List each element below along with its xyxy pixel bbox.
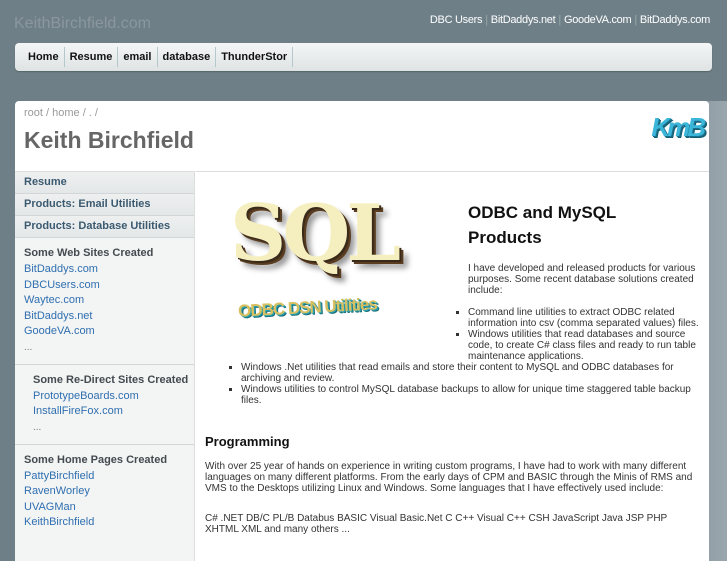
link-bitdaddys-net[interactable]: BitDaddys.net <box>24 309 194 325</box>
link-uvagman[interactable]: UVAGMan <box>24 500 194 516</box>
sidebar-item-email-utilities[interactable]: Products: Email Utilities <box>15 194 194 216</box>
page-title: Keith Birchfield <box>24 127 194 153</box>
link-goodeva-com[interactable]: GoodeVA.com <box>24 324 194 340</box>
nav-email[interactable]: email <box>118 47 158 67</box>
top-link-bitdaddys-net[interactable]: BitDaddys.net <box>491 14 556 26</box>
main-panel: root / home / . / Keith Birchfield KmB R… <box>15 101 709 561</box>
breadcrumb: root / home / . / <box>24 107 98 119</box>
section-heading: Some Home Pages Created <box>24 453 168 466</box>
home-pages-section: Some Home Pages Created PattyBirchfield … <box>15 445 194 539</box>
nav-database[interactable]: database <box>158 47 217 67</box>
link-prototypeboards[interactable]: PrototypeBoards.com <box>33 389 194 405</box>
nav-home[interactable]: Home <box>23 47 65 67</box>
list-item: Command line utilities to extract ODBC r… <box>468 307 703 329</box>
link-ravenworley[interactable]: RavenWorley <box>24 484 194 500</box>
products-intro: I have developed and released products f… <box>468 263 696 296</box>
list-item: Windows utilities that read databases an… <box>468 329 703 362</box>
sql-image-subtext: ODBC DSN Utilities <box>237 294 378 321</box>
nav-thunderstor[interactable]: ThunderStor <box>216 47 294 67</box>
link-waytec-com[interactable]: Waytec.com <box>24 293 194 309</box>
kmb-logo: KmB <box>651 112 706 142</box>
more-ellipsis: ... <box>33 421 42 433</box>
top-link-bitdaddys-com[interactable]: BitDaddys.com <box>640 14 710 26</box>
programming-heading: Programming <box>205 434 290 449</box>
sidebar: Resume Products: Email Utilities Product… <box>15 171 195 561</box>
link-keithbirchfield[interactable]: KeithBirchfield <box>24 515 194 531</box>
products-heading: ODBC and MySQL Products <box>468 203 616 247</box>
link-installfirefox[interactable]: InstallFireFox.com <box>33 404 194 420</box>
products-list-continued: Windows .Net utilities that read emails … <box>241 362 696 406</box>
list-item: Windows utilities to control MySQL datab… <box>241 384 696 406</box>
site-title[interactable]: KeithBirchfield.com <box>14 15 151 33</box>
top-link-goodeva[interactable]: GoodeVA.com <box>564 14 632 26</box>
section-heading: Some Re-Direct Sites Created <box>33 373 189 386</box>
section-heading: Some Web Sites Created <box>24 247 154 259</box>
nav-resume[interactable]: Resume <box>65 47 119 67</box>
top-link-dbc-users[interactable]: DBC Users <box>430 14 483 26</box>
top-links: DBC Users | BitDaddys.net | GoodeVA.com | BitD… <box>429 14 710 26</box>
link-pattybirchfield[interactable]: PattyBirchfield <box>24 469 194 485</box>
sidebar-item-resume[interactable]: Resume <box>15 172 194 194</box>
web-sites-section: Some Web Sites Created BitDaddys.com DBC… <box>15 238 194 365</box>
programming-text: With over 25 year of hands on experience… <box>205 461 693 494</box>
sql-image-text: SQL <box>230 188 401 279</box>
languages-text: C# .NET DB/C PL/B Databus BASIC Visual B… <box>205 513 668 535</box>
more-ellipsis: ... <box>24 341 33 353</box>
list-item: Windows .Net utilities that read emails … <box>241 362 696 384</box>
sql-odbc-image: SQL ODBC DSN Utilities <box>220 188 415 338</box>
main-nav: Home Resume email database ThunderStor <box>15 43 712 71</box>
sidebar-item-database-utilities[interactable]: Products: Database Utilities <box>15 216 194 238</box>
redirect-section: Some Re-Direct Sites Created PrototypeBo… <box>15 365 194 445</box>
link-dbcusers-com[interactable]: DBCUsers.com <box>24 278 194 294</box>
content: SQL ODBC DSN Utilities ODBC and MySQL Pr… <box>196 171 709 535</box>
products-list: Command line utilities to extract ODBC r… <box>468 307 703 362</box>
link-bitdaddys-com[interactable]: BitDaddys.com <box>24 262 194 278</box>
